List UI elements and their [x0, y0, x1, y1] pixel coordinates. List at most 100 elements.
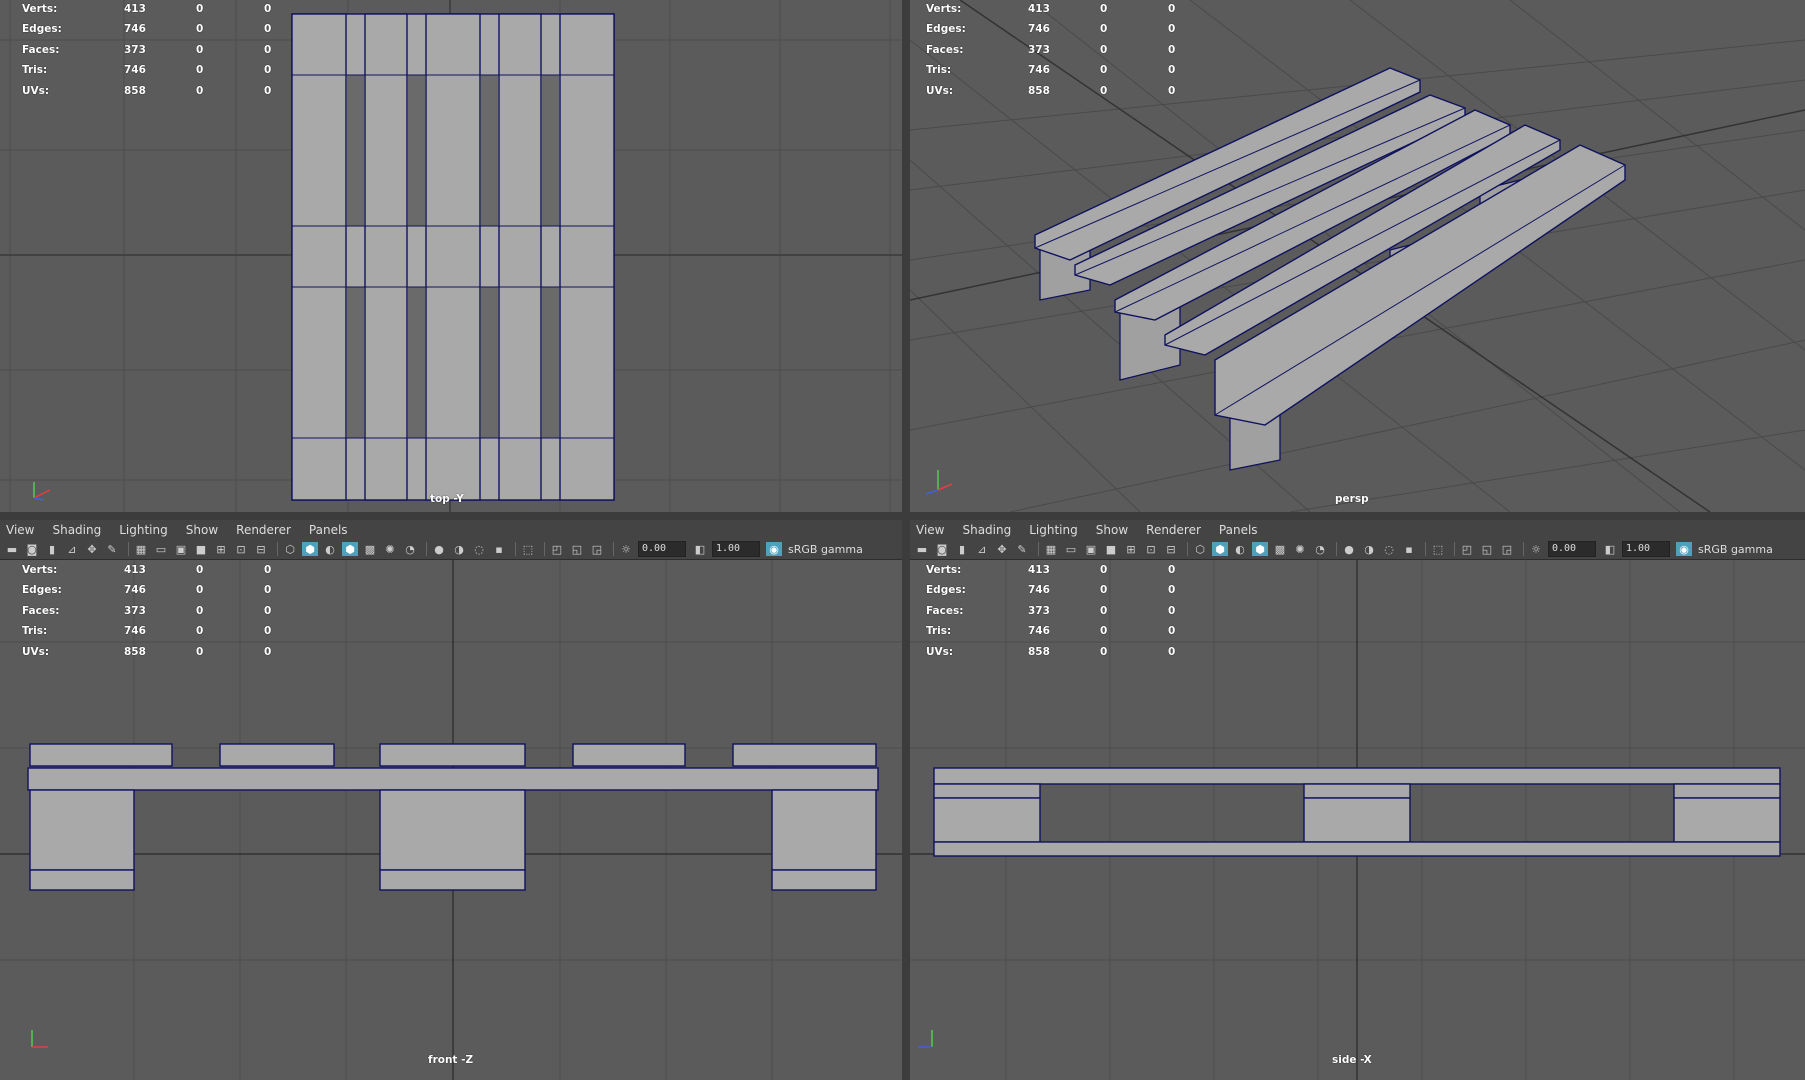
axis-gizmo-top: [33, 482, 51, 501]
safe-action-icon[interactable]: ⊡: [233, 542, 249, 556]
wireframe-on-shaded-icon[interactable]: ⬢: [342, 542, 358, 556]
default-material-icon[interactable]: ◐: [322, 542, 338, 556]
multisample-icon[interactable]: ◌: [471, 542, 487, 556]
backface-icon[interactable]: ◲: [589, 542, 605, 556]
viewport-splitter-vertical[interactable]: [902, 0, 910, 1080]
menu-show[interactable]: Show: [1096, 523, 1128, 537]
wireframe-icon[interactable]: ⬡: [1192, 542, 1208, 556]
textured-icon[interactable]: ▩: [362, 542, 378, 556]
viewport-top[interactable]: Verts: 413 0 0 Edges: 746 0 0 Faces: 373 0 0 Tris…: [0, 0, 902, 512]
wireframe-icon[interactable]: ⬡: [282, 542, 298, 556]
exposure-icon[interactable]: ☼: [1528, 542, 1544, 556]
menu-renderer[interactable]: Renderer: [236, 523, 291, 537]
camera-label-side: side -X: [1332, 1054, 1372, 1066]
viewport-front[interactable]: View Shading Lighting Show Renderer Pane…: [0, 520, 902, 1080]
lights-icon[interactable]: ✺: [382, 542, 398, 556]
default-material-icon[interactable]: ◐: [1232, 542, 1248, 556]
resolution-gate-icon[interactable]: ▣: [1083, 542, 1099, 556]
grid-icon[interactable]: ▦: [133, 542, 149, 556]
axis-gizmo-side: [918, 1030, 933, 1048]
gamma-icon[interactable]: ◧: [1602, 542, 1618, 556]
hud-stats-persp: Verts: 413 0 0 Edges: 746 0 0 Faces: 373 0 0 Tris…: [926, 3, 1176, 97]
xray-joints-icon[interactable]: ◰: [1459, 542, 1475, 556]
menu-show[interactable]: Show: [186, 523, 218, 537]
viewport-side[interactable]: View Shading Lighting Show Renderer Pane…: [910, 520, 1805, 1080]
resolution-gate-icon[interactable]: ▣: [173, 542, 189, 556]
xray-icon[interactable]: ⬚: [520, 542, 536, 556]
panel-toolbar-side: ▬ ◙ ▮ ⊿ ✥ ✎ ▦ ▭ ▣ ■ ⊞ ⊡ ⊟ ⬡ ⬢ ◐ ⬢ ▩ ✺ ◔ …: [910, 539, 1805, 560]
xray-components-icon[interactable]: ◱: [569, 542, 585, 556]
gate-mask-icon[interactable]: ■: [193, 542, 209, 556]
motion-blur-icon[interactable]: ◑: [1361, 542, 1377, 556]
gamma-field[interactable]: 1.00: [1622, 541, 1670, 557]
panel-toolbar-front: ▬ ◙ ▮ ⊿ ✥ ✎ ▦ ▭ ▣ ■ ⊞ ⊡ ⊟ ⬡ ⬢ ◐ ⬢ ▩ ✺ ◔ …: [0, 539, 902, 560]
smooth-shade-icon[interactable]: ⬢: [1212, 542, 1228, 556]
field-chart-icon[interactable]: ⊞: [1123, 542, 1139, 556]
menu-panels[interactable]: Panels: [1219, 523, 1258, 537]
hud-stats-top: Verts: 413 0 0 Edges: 746 0 0 Faces: 373 0 0 Tris…: [22, 3, 272, 97]
viewport-splitter-horizontal[interactable]: [0, 512, 1805, 520]
axis-gizmo-persp: [925, 470, 953, 495]
field-chart-icon[interactable]: ⊞: [213, 542, 229, 556]
menu-shading[interactable]: Shading: [52, 523, 101, 537]
menu-panels[interactable]: Panels: [309, 523, 348, 537]
menu-view[interactable]: View: [6, 523, 34, 537]
shadows-icon[interactable]: ◔: [1312, 542, 1328, 556]
exposure-icon[interactable]: ☼: [618, 542, 634, 556]
backface-icon[interactable]: ◲: [1499, 542, 1515, 556]
camera-label-top: top -Y: [430, 493, 464, 505]
menu-renderer[interactable]: Renderer: [1146, 523, 1201, 537]
2d-pan-icon[interactable]: ✥: [994, 542, 1010, 556]
camera-attr-icon[interactable]: ◙: [24, 542, 40, 556]
wireframe-on-shaded-icon[interactable]: ⬢: [1252, 542, 1268, 556]
ambient-occlusion-icon[interactable]: ●: [431, 542, 447, 556]
color-management-icon[interactable]: ◉: [1676, 542, 1692, 556]
hud-stats-side: Verts: 413 0 0 Edges: 746 0 0 Faces: 373 0 0 Tris…: [926, 564, 1176, 658]
xray-joints-icon[interactable]: ◰: [549, 542, 565, 556]
smooth-shade-icon[interactable]: ⬢: [302, 542, 318, 556]
bookmark-icon[interactable]: ▮: [954, 542, 970, 556]
grid-icon[interactable]: ▦: [1043, 542, 1059, 556]
shadows-icon[interactable]: ◔: [402, 542, 418, 556]
menu-lighting[interactable]: Lighting: [1029, 523, 1078, 537]
image-plane-icon[interactable]: ⊿: [64, 542, 80, 556]
gamma-icon[interactable]: ◧: [692, 542, 708, 556]
isolate-icon[interactable]: ▪: [1401, 542, 1417, 556]
axis-gizmo-front: [31, 1030, 48, 1048]
menu-shading[interactable]: Shading: [962, 523, 1011, 537]
motion-blur-icon[interactable]: ◑: [451, 542, 467, 556]
exposure-field[interactable]: 0.00: [638, 541, 686, 557]
camera-icon[interactable]: ▬: [4, 542, 20, 556]
panel-menubar-front: View Shading Lighting Show Renderer Pane…: [0, 520, 902, 539]
multisample-icon[interactable]: ◌: [1381, 542, 1397, 556]
isolate-icon[interactable]: ▪: [491, 542, 507, 556]
xray-components-icon[interactable]: ◱: [1479, 542, 1495, 556]
color-management-icon[interactable]: ◉: [766, 542, 782, 556]
panel-menubar-side: View Shading Lighting Show Renderer Pane…: [910, 520, 1805, 539]
colorspace-label[interactable]: sRGB gamma: [788, 543, 863, 556]
menu-view[interactable]: View: [916, 523, 944, 537]
textured-icon[interactable]: ▩: [1272, 542, 1288, 556]
viewport-persp[interactable]: Verts: 413 0 0 Edges: 746 0 0 Faces: 373 0 0 Tris…: [910, 0, 1805, 512]
lights-icon[interactable]: ✺: [1292, 542, 1308, 556]
safe-title-icon[interactable]: ⊟: [1163, 542, 1179, 556]
2d-pan-icon[interactable]: ✥: [84, 542, 100, 556]
xray-icon[interactable]: ⬚: [1430, 542, 1446, 556]
exposure-field[interactable]: 0.00: [1548, 541, 1596, 557]
camera-attr-icon[interactable]: ◙: [934, 542, 950, 556]
camera-icon[interactable]: ▬: [914, 542, 930, 556]
ambient-occlusion-icon[interactable]: ●: [1341, 542, 1357, 556]
bookmark-icon[interactable]: ▮: [44, 542, 60, 556]
grease-pencil-icon[interactable]: ✎: [104, 542, 120, 556]
menu-lighting[interactable]: Lighting: [119, 523, 168, 537]
film-gate-icon[interactable]: ▭: [153, 542, 169, 556]
image-plane-icon[interactable]: ⊿: [974, 542, 990, 556]
camera-label-front: front -Z: [428, 1054, 474, 1066]
safe-action-icon[interactable]: ⊡: [1143, 542, 1159, 556]
gamma-field[interactable]: 1.00: [712, 541, 760, 557]
gate-mask-icon[interactable]: ■: [1103, 542, 1119, 556]
colorspace-label[interactable]: sRGB gamma: [1698, 543, 1773, 556]
film-gate-icon[interactable]: ▭: [1063, 542, 1079, 556]
safe-title-icon[interactable]: ⊟: [253, 542, 269, 556]
grease-pencil-icon[interactable]: ✎: [1014, 542, 1030, 556]
